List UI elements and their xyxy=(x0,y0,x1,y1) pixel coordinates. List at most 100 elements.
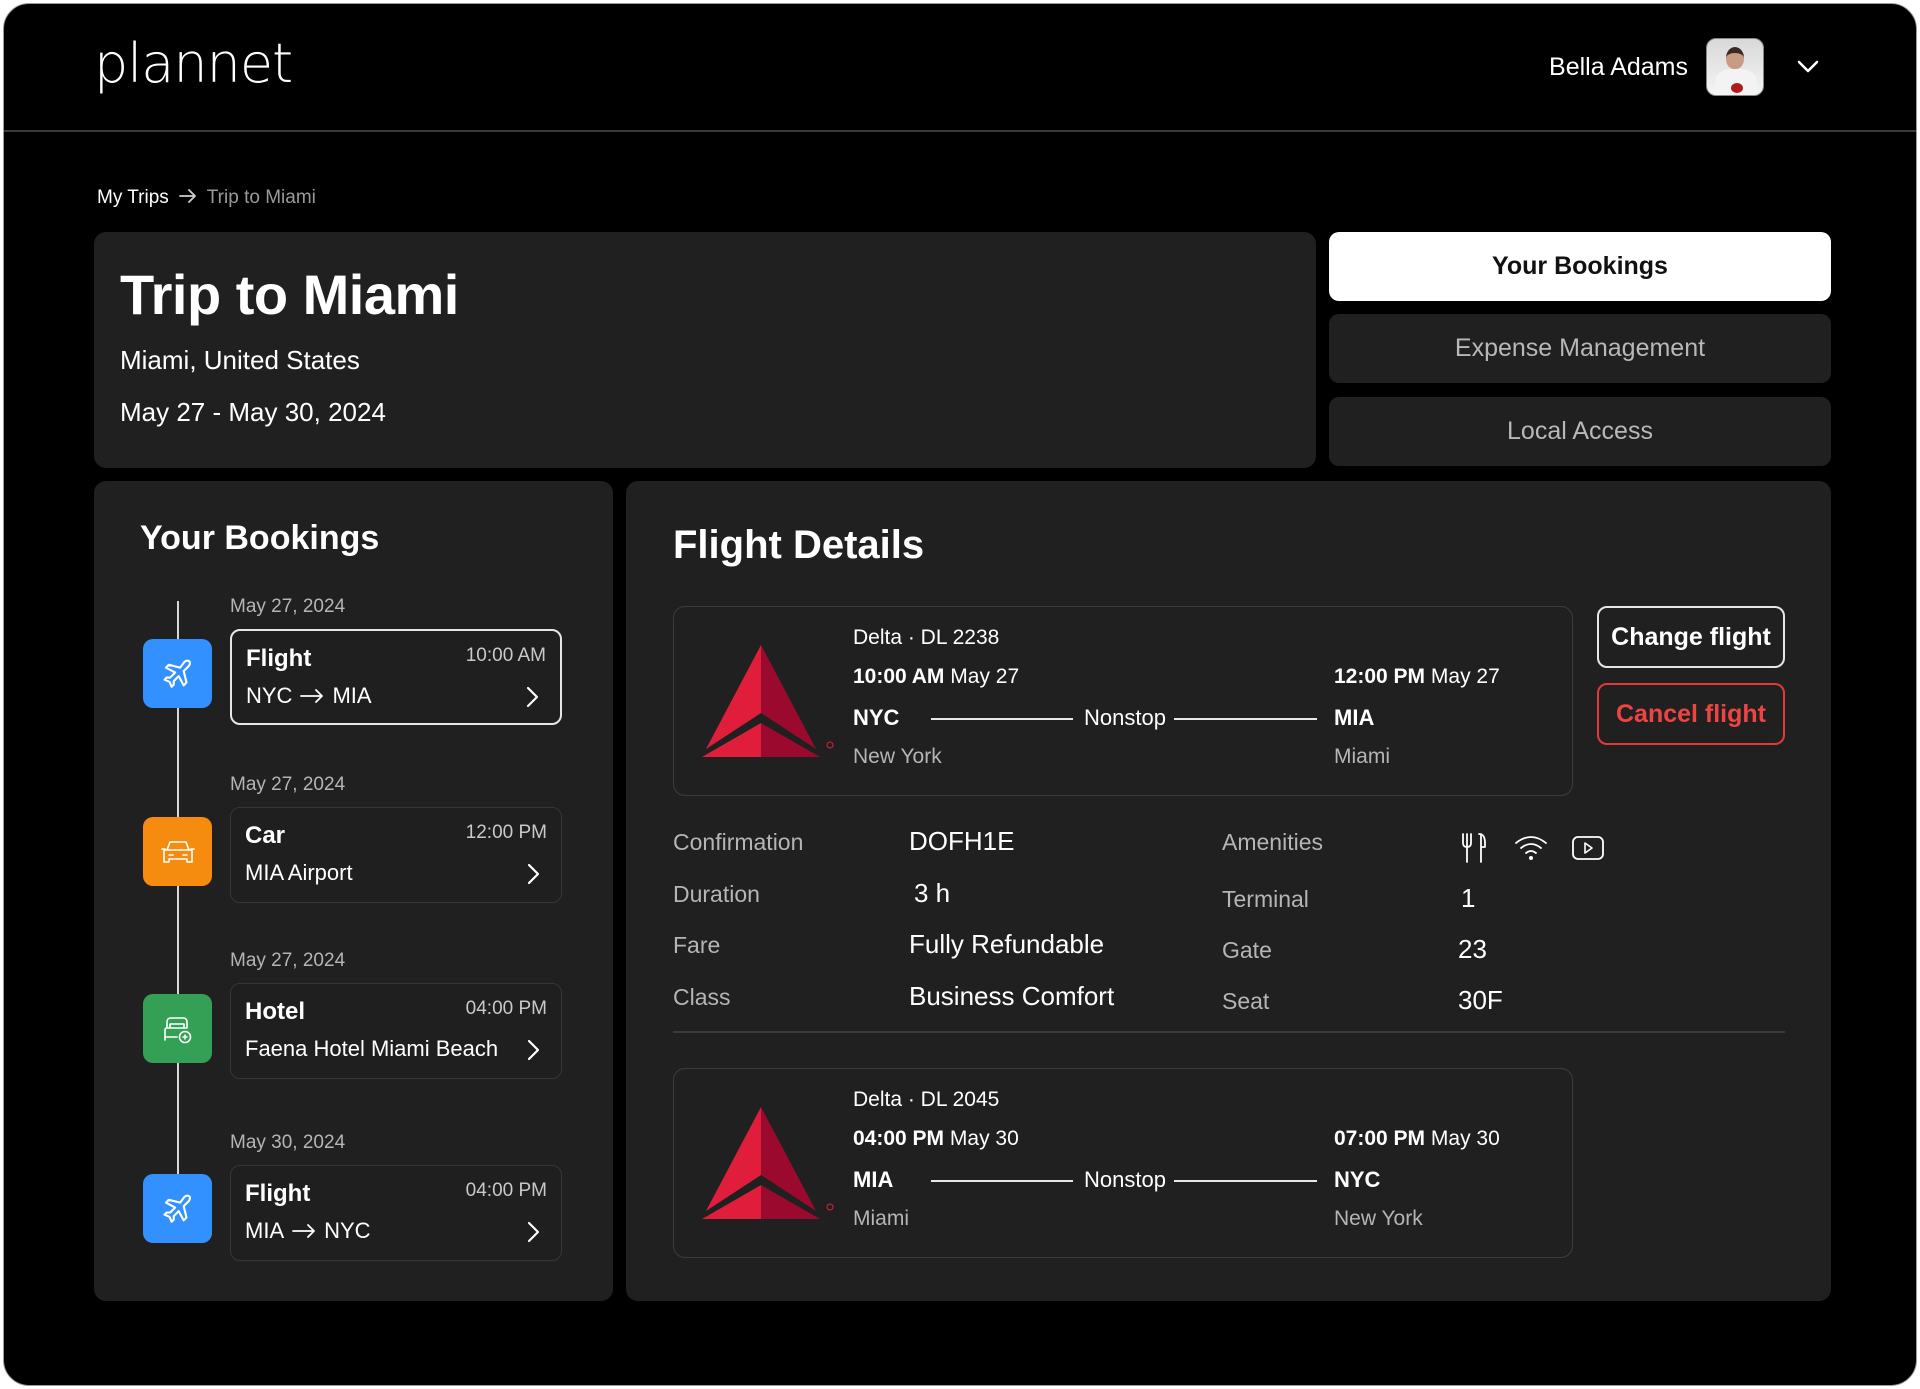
booking-subtitle: MIA Airport xyxy=(245,860,353,885)
route-from: NYC xyxy=(246,683,293,708)
route-to: NYC xyxy=(324,1218,371,1243)
delta-logo-icon xyxy=(702,1107,834,1219)
wifi-icon xyxy=(1515,836,1547,860)
flight-details-title: Flight Details xyxy=(673,523,925,567)
booking-type: Hotel xyxy=(245,998,305,1025)
user-menu[interactable]: Bella Adams xyxy=(1549,38,1826,96)
car-icon xyxy=(143,817,212,886)
departure-airport: NYC xyxy=(853,705,900,730)
stops-label: Nonstop xyxy=(1084,1167,1166,1192)
arrival-airport: MIA xyxy=(1334,705,1375,730)
booking-date: May 27, 2024 xyxy=(230,596,346,617)
gate-label: Gate xyxy=(1222,937,1272,963)
arrival-date: May 30 xyxy=(1430,1127,1500,1150)
bookings-title: Your Bookings xyxy=(140,519,380,557)
tab-your-bookings[interactable]: Your Bookings xyxy=(1329,232,1831,301)
fare-label: Fare xyxy=(673,932,721,958)
arrival-time-value: 12:00 PM xyxy=(1334,665,1426,688)
booking-type: Flight xyxy=(245,1180,311,1207)
booking-route: MIA NYC xyxy=(245,1218,371,1244)
confirmation-value: DOFH1E xyxy=(909,826,1015,856)
avatar-accent-shape xyxy=(1731,83,1743,93)
arrival-city: Miami xyxy=(1334,745,1390,768)
class-value: Business Comfort xyxy=(909,981,1115,1011)
change-flight-button[interactable]: Change flight xyxy=(1597,606,1785,668)
avatar[interactable] xyxy=(1706,38,1764,96)
arrival-time-value: 07:00 PM xyxy=(1334,1127,1426,1150)
booking-card-flight-mia-nyc[interactable]: Flight 04:00 PM MIA NYC xyxy=(230,1165,562,1261)
fare-value: Fully Refundable xyxy=(909,929,1105,959)
arrival-date: May 27 xyxy=(1430,665,1500,688)
tab-local-access[interactable]: Local Access xyxy=(1329,397,1831,466)
outbound-flight-card: Delta · DL 2238 10:00 AM May 27 12:00 PM… xyxy=(673,606,1573,796)
flight-airline: Delta · DL 2238 xyxy=(853,626,1000,649)
arrival-time: 12:00 PM May 27 xyxy=(1334,665,1500,689)
departure-airport: MIA xyxy=(853,1167,894,1192)
route-line xyxy=(1174,718,1317,720)
departure-time-value: 10:00 AM xyxy=(853,665,945,688)
arrow-right-icon xyxy=(178,187,197,209)
amenities-label: Amenities xyxy=(1222,829,1323,855)
route-from: MIA xyxy=(245,1218,285,1243)
duration-label: Duration xyxy=(673,881,760,907)
video-icon xyxy=(1572,836,1604,860)
booking-subtitle: Faena Hotel Miami Beach xyxy=(245,1036,499,1061)
departure-date: May 27 xyxy=(950,665,1020,688)
stops-label: Nonstop xyxy=(1084,705,1166,730)
flight-airline: Delta · DL 2045 xyxy=(853,1088,1000,1111)
seat-value: 30F xyxy=(1458,985,1503,1015)
chevron-right-icon xyxy=(527,1039,540,1061)
breadcrumb: My Trips Trip to Miami xyxy=(97,187,316,209)
hotel-bed-icon xyxy=(143,994,212,1063)
departure-city: New York xyxy=(853,745,942,768)
user-name[interactable]: Bella Adams xyxy=(1549,53,1688,82)
arrival-city: New York xyxy=(1334,1207,1423,1230)
gate-value: 23 xyxy=(1458,934,1487,964)
booking-type: Flight xyxy=(246,645,312,672)
bookings-panel: Your Bookings May 27, 2024 Flight 10:00 … xyxy=(94,481,613,1301)
arrival-airport: NYC xyxy=(1334,1167,1381,1192)
page-title: Trip to Miami xyxy=(120,263,459,326)
booking-time: 12:00 PM xyxy=(465,822,547,843)
plane-icon xyxy=(143,639,212,708)
plannet-logo[interactable]: plannet xyxy=(94,32,293,95)
terminal-value: 1 xyxy=(1461,883,1476,913)
terminal-label: Terminal xyxy=(1222,886,1309,912)
trip-dates: May 27 - May 30, 2024 xyxy=(120,397,386,427)
booking-card-flight-nyc-mia[interactable]: Flight 10:00 AM NYC MIA xyxy=(230,629,562,725)
meal-icon xyxy=(1462,833,1486,863)
arrival-time: 07:00 PM May 30 xyxy=(1334,1127,1500,1151)
booking-date: May 27, 2024 xyxy=(230,950,346,971)
departure-city: Miami xyxy=(853,1207,909,1230)
booking-date: May 30, 2024 xyxy=(230,1132,346,1153)
booking-type: Car xyxy=(245,822,286,849)
booking-card-hotel[interactable]: Hotel 04:00 PM Faena Hotel Miami Beach xyxy=(230,983,562,1079)
booking-time: 04:00 PM xyxy=(465,1180,547,1201)
booking-time: 10:00 AM xyxy=(465,645,546,666)
chevron-down-icon[interactable] xyxy=(1790,49,1826,85)
route-line xyxy=(931,1180,1073,1182)
breadcrumb-current: Trip to Miami xyxy=(206,187,316,208)
flight-details-panel: Flight Details Delta · DL 2238 10:00 AM … xyxy=(626,481,1831,1301)
cancel-flight-button[interactable]: Cancel flight xyxy=(1597,683,1785,745)
breadcrumb-my-trips[interactable]: My Trips xyxy=(97,187,169,209)
delta-logo-icon xyxy=(702,645,834,757)
tab-expense-management[interactable]: Expense Management xyxy=(1329,314,1831,383)
app-window: plannet Bella Adams My Trips Trip to Mia… xyxy=(3,3,1917,1386)
arrow-right-icon xyxy=(300,683,324,709)
avatar-head-shape xyxy=(1726,47,1744,69)
departure-date: May 30 xyxy=(949,1127,1019,1150)
departure-time-value: 04:00 PM xyxy=(853,1127,945,1150)
booking-route: NYC MIA xyxy=(246,683,372,709)
route-line xyxy=(1174,1180,1317,1182)
top-header: plannet Bella Adams xyxy=(4,4,1916,132)
duration-value: 3 h xyxy=(914,878,951,908)
section-divider xyxy=(673,1031,1785,1033)
route-to: MIA xyxy=(332,683,372,708)
class-label: Class xyxy=(673,984,731,1010)
seat-label: Seat xyxy=(1222,988,1270,1014)
booking-card-car[interactable]: Car 12:00 PM MIA Airport xyxy=(230,807,562,903)
chevron-right-icon xyxy=(527,1221,540,1243)
chevron-right-icon xyxy=(527,863,540,885)
trip-location: Miami, United States xyxy=(120,345,360,375)
